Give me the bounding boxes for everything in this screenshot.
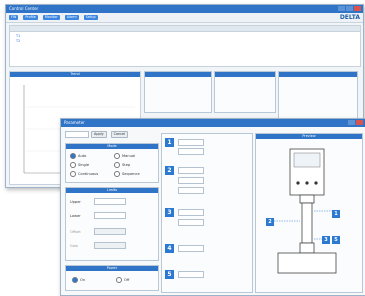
mode-label-4: Continuous [78, 172, 99, 176]
limit-label-2: Offset [70, 229, 81, 234]
back-title: Control Center [9, 6, 39, 11]
step2-field-b[interactable] [178, 177, 204, 184]
left-item-1[interactable]: T2 [16, 39, 354, 44]
callout-3: 3 [322, 236, 330, 244]
toolbar-item-2[interactable]: Monitor [42, 15, 60, 20]
front-top-bar: Apply Cancel [65, 131, 130, 138]
device-knob-2 [305, 181, 309, 185]
power-radio-off[interactable] [116, 277, 122, 283]
mode-label-1: Manual [122, 154, 136, 158]
power-label-on: On [80, 278, 86, 282]
device-knob-1 [296, 181, 300, 185]
cancel-button[interactable]: Cancel [110, 131, 129, 138]
limit-field-2[interactable] [94, 228, 126, 235]
power-radio-on[interactable] [72, 277, 78, 283]
toolbar-item-4[interactable]: Setup [83, 15, 98, 20]
device-screen [293, 152, 321, 168]
toolbar-item-3[interactable]: Alarm [64, 15, 79, 20]
maximize-button[interactable] [346, 6, 353, 11]
limit-label-1: Lower [70, 213, 81, 218]
steps-panel: 1 2 3 4 5 [161, 133, 253, 293]
apply-button[interactable]: Apply [91, 131, 107, 138]
mode-label-2: Single [78, 163, 90, 167]
step-badge-1: 1 [165, 138, 174, 147]
brand-logo: DELTA [339, 14, 360, 21]
limits-group: Limits Upper Lower Offset Gain [65, 187, 159, 261]
callout-5: 5 [332, 236, 340, 244]
device-neck [299, 194, 315, 204]
callout-2: 2 [266, 218, 274, 226]
step1-field-a[interactable] [178, 139, 204, 146]
back-toolbar: FW Profile Monitor Alarm Setup DELTA [6, 13, 363, 23]
mode-label-0: Auto [78, 154, 87, 158]
device-knob-3 [314, 181, 318, 185]
limit-label-0: Upper [70, 199, 81, 204]
toolbar-item-1[interactable]: Profile [23, 15, 38, 20]
power-header: Power [66, 266, 158, 271]
preview-panel: Preview 1 2 3 5 [255, 133, 363, 293]
step3-field-b[interactable] [178, 219, 204, 226]
toolbar-item-0[interactable]: FW [9, 15, 19, 20]
mode-radio-3[interactable] [114, 162, 120, 168]
device-column [301, 202, 313, 244]
mode-label-3: Step [122, 163, 131, 167]
step-badge-5: 5 [165, 270, 174, 279]
step3-field-a[interactable] [178, 209, 204, 216]
step2-field-c[interactable] [178, 187, 204, 194]
device-base-top [299, 242, 315, 254]
mode-radio-0[interactable] [70, 153, 76, 159]
mode-header: Mode [66, 144, 158, 149]
limit-field-1[interactable] [94, 212, 126, 219]
step2-field-a[interactable] [178, 167, 204, 174]
limit-field-0[interactable] [94, 198, 126, 205]
id-field[interactable] [65, 131, 89, 138]
close-button[interactable] [354, 6, 361, 11]
back-window-controls [338, 6, 361, 11]
mode-group: Mode Auto Manual Single Step Continuous … [65, 143, 159, 183]
step-badge-4: 4 [165, 244, 174, 253]
back-group-a [144, 71, 212, 113]
mode-radio-5[interactable] [114, 171, 120, 177]
device-base [277, 252, 337, 274]
front-close-button[interactable] [356, 120, 363, 125]
step-badge-3: 3 [165, 208, 174, 217]
limits-header: Limits [66, 188, 158, 193]
front-window-controls [348, 120, 363, 125]
front-title: Parameter [64, 120, 85, 125]
device-diagram [274, 148, 337, 274]
mode-radio-2[interactable] [70, 162, 76, 168]
back-titlebar: Control Center [6, 5, 363, 13]
front-window: Parameter Apply Cancel Mode Auto Manual … [60, 118, 365, 296]
power-group: Power On Off [65, 265, 159, 291]
back-group-b [214, 71, 276, 113]
mode-label-5: Sequence [122, 172, 140, 176]
mode-radio-1[interactable] [114, 153, 120, 159]
power-label-off: Off [124, 278, 130, 282]
mode-radio-4[interactable] [70, 171, 76, 177]
step1-field-b[interactable] [178, 148, 204, 155]
limit-label-3: Gain [70, 243, 79, 248]
limit-field-3[interactable] [94, 242, 126, 249]
back-table: T1 T2 [9, 25, 361, 67]
step5-field[interactable] [178, 271, 204, 278]
front-minimize-button[interactable] [348, 120, 355, 125]
minimize-button[interactable] [338, 6, 345, 11]
step-badge-2: 2 [165, 166, 174, 175]
front-titlebar: Parameter [61, 119, 365, 127]
step4-field[interactable] [178, 245, 204, 252]
callout-1: 1 [332, 210, 340, 218]
